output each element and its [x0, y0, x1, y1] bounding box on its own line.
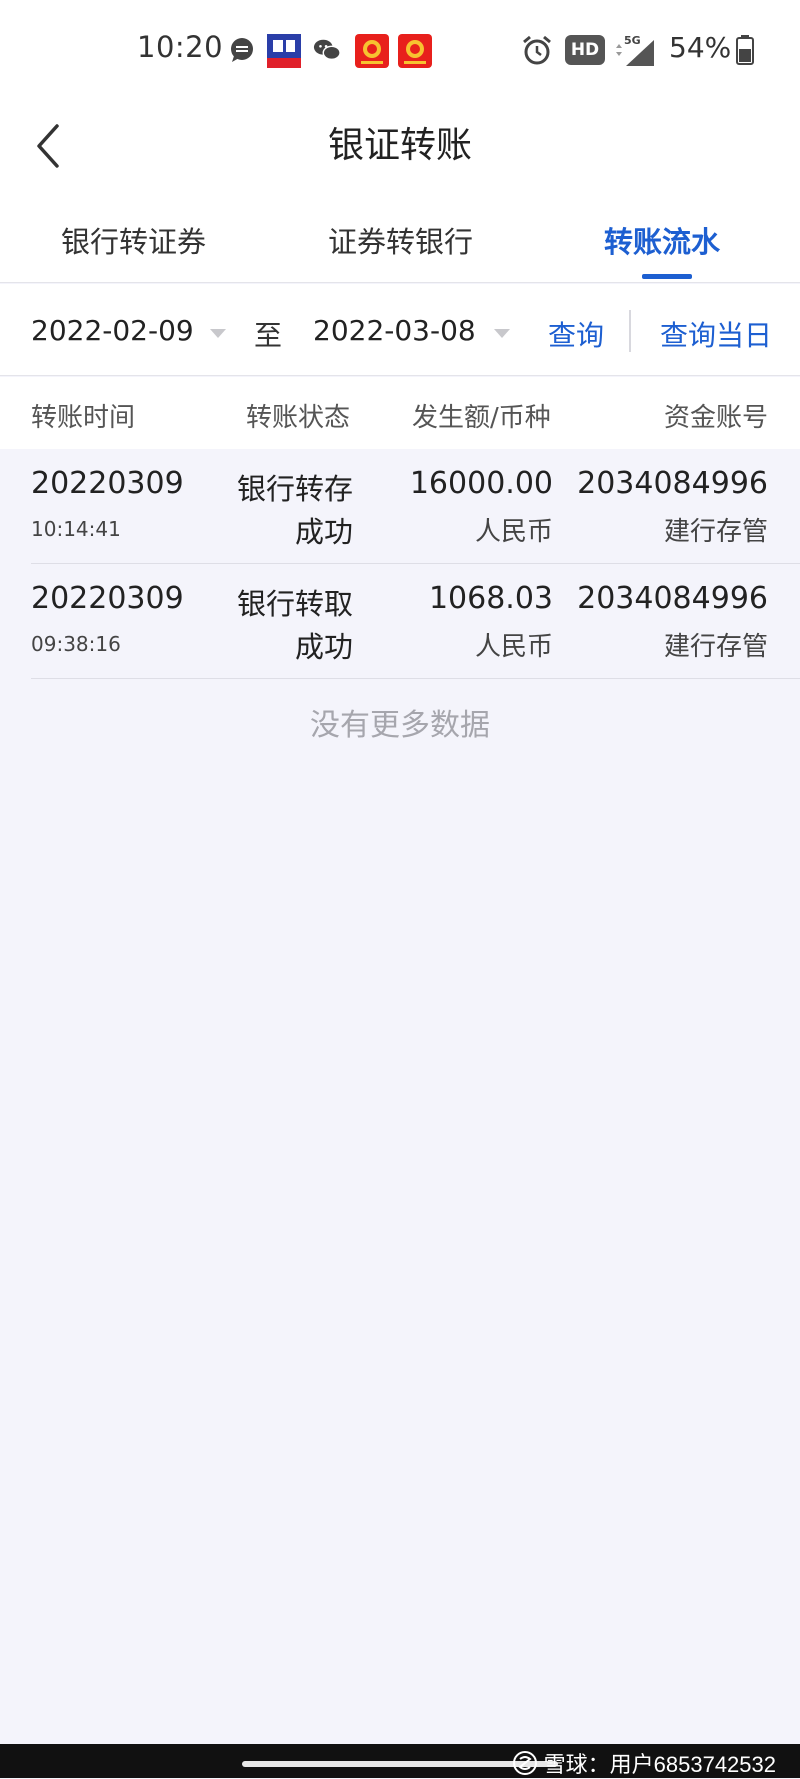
table-row[interactable]: 20220309 10:14:41 银行转存 成功 16000.00 人民币 2…	[31, 449, 800, 564]
transfer-currency: 人民币	[474, 632, 553, 662]
status-time: 10:20	[137, 30, 224, 64]
hd-badge: HD	[565, 35, 605, 65]
wechat-icon	[313, 36, 341, 64]
caret-down-icon[interactable]	[210, 329, 226, 338]
nav-bar: 银证转账	[0, 100, 800, 195]
transfer-amount: 16000.00	[409, 466, 553, 501]
transfer-time: 10:14:41	[31, 517, 121, 541]
column-header-account: 资金账号	[663, 403, 768, 433]
transfer-result: 成功	[294, 630, 353, 664]
custody-bank: 建行存管	[663, 632, 768, 662]
column-header-status: 转账状态	[246, 403, 351, 433]
transfer-date: 20220309	[31, 466, 184, 501]
end-date-picker[interactable]: 2022-03-08	[313, 314, 476, 347]
query-button[interactable]: 查询	[548, 314, 604, 354]
transfer-type: 银行转存	[236, 472, 353, 506]
battery-icon	[736, 35, 754, 65]
tab-securities-to-bank[interactable]: 证券转银行	[328, 219, 473, 261]
securities-app-icon	[398, 34, 432, 68]
divider	[629, 310, 631, 352]
transfer-amount: 1068.03	[428, 581, 553, 616]
transfer-result: 成功	[294, 515, 353, 549]
date-range-separator: 至	[254, 319, 283, 352]
custody-bank: 建行存管	[663, 517, 768, 547]
transfer-date: 20220309	[31, 581, 184, 616]
svg-text:5G: 5G	[624, 34, 641, 47]
home-indicator[interactable]	[242, 1761, 558, 1767]
signal-5g-icon: 5G	[612, 32, 656, 68]
query-today-button[interactable]: 查询当日	[660, 314, 772, 354]
active-tab-indicator	[642, 274, 692, 279]
tab-bar: 银行转证券 证券转银行 转账流水	[0, 195, 800, 283]
transfer-record-list: 20220309 10:14:41 银行转存 成功 16000.00 人民币 2…	[0, 449, 800, 679]
page-title: 银证转账	[327, 125, 472, 166]
status-bar: 10:20 HD 5G 54%	[0, 0, 800, 100]
table-row[interactable]: 20220309 09:38:16 银行转取 成功 1068.03 人民币 20…	[31, 564, 800, 679]
bottom-system-bar: 雪球：用户6853742532	[0, 1744, 800, 1778]
tab-bank-to-securities[interactable]: 银行转证券	[61, 219, 206, 261]
date-filter-bar: 2022-02-09 至 2022-03-08 查询 查询当日	[0, 284, 800, 376]
start-date-picker[interactable]: 2022-02-09	[31, 314, 194, 347]
fund-account: 2034084996	[577, 466, 768, 501]
column-header-time: 转账时间	[31, 403, 136, 433]
watermark-text: 雪球：用户6853742532	[543, 1752, 776, 1777]
no-more-data-hint: 没有更多数据	[310, 708, 490, 743]
message-icon	[228, 36, 256, 64]
securities-app-icon	[355, 34, 389, 68]
fund-account: 2034084996	[577, 581, 768, 616]
watermark: 雪球：用户6853742532	[512, 1747, 776, 1779]
transfer-type: 银行转取	[236, 587, 353, 621]
battery-percent: 54%	[669, 31, 732, 64]
caret-down-icon[interactable]	[494, 329, 510, 338]
table-header: 转账时间 转账状态 发生额/币种 资金账号	[0, 377, 800, 449]
transfer-time: 09:38:16	[31, 632, 121, 656]
xueqiu-logo-icon	[512, 1751, 537, 1775]
tuanzhang-app-icon	[267, 34, 301, 68]
tab-transfer-records[interactable]: 转账流水	[604, 219, 720, 261]
alarm-icon	[521, 34, 553, 66]
column-header-amount: 发生额/币种	[412, 403, 551, 433]
transfer-currency: 人民币	[474, 517, 553, 547]
